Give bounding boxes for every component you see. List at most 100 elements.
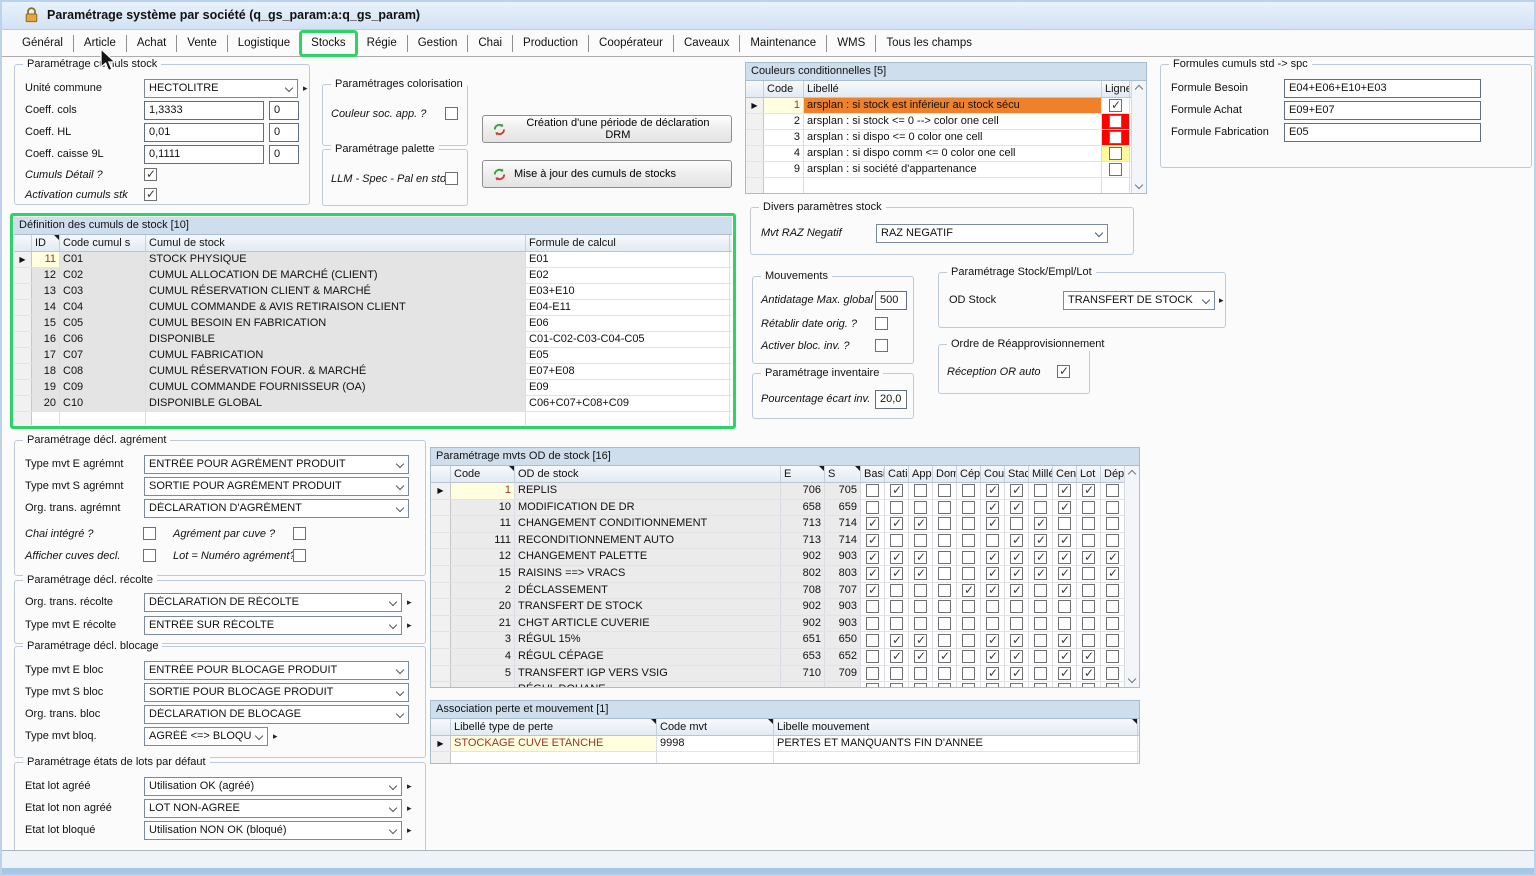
cell[interactable] — [957, 599, 981, 615]
cell[interactable]: 15 — [451, 566, 515, 582]
column-header-libelle[interactable]: Libellé — [804, 81, 1102, 97]
cell[interactable] — [861, 682, 885, 688]
column-header-mille[interactable]: Millé — [1029, 466, 1053, 482]
cell[interactable]: C01-C02-C03-C04-C05 — [526, 332, 730, 347]
cell[interactable]: DÉCLASSEMENT — [515, 583, 781, 599]
checkbox[interactable] — [1106, 600, 1119, 613]
column-header[interactable] — [746, 81, 764, 97]
column-header-od-de-stock[interactable]: OD de stock — [515, 466, 781, 482]
column-header-code-mvt[interactable]: Code mvt — [657, 719, 774, 735]
cell[interactable] — [146, 412, 526, 425]
cumul-row[interactable]: 17C07CUMUL FABRICATIONE05 — [14, 348, 732, 364]
checkbox[interactable] — [1082, 551, 1095, 564]
checkbox[interactable] — [866, 634, 879, 647]
checkbox[interactable] — [1106, 501, 1119, 514]
od-row[interactable]: 15RAISINS ==> VRACS802803 — [431, 566, 1139, 583]
od-row[interactable]: 11CHANGEMENT CONDITIONNEMENT713714 — [431, 516, 1139, 533]
cell[interactable] — [1101, 632, 1125, 648]
row-selector[interactable] — [14, 348, 32, 363]
cell[interactable] — [32, 412, 60, 425]
cell[interactable]: CUMUL RÉSERVATION FOUR. & MARCHÉ — [146, 364, 526, 379]
checkbox[interactable] — [938, 501, 951, 514]
cell[interactable]: E07+E08 — [526, 364, 730, 379]
cell[interactable]: 16 — [32, 332, 60, 347]
column-header-code-cumul[interactable]: Code cumul s — [60, 235, 146, 251]
cell[interactable] — [1101, 549, 1125, 565]
cell[interactable]: 4 — [451, 649, 515, 665]
checkbox[interactable] — [866, 517, 879, 530]
row-selector[interactable] — [14, 268, 32, 283]
scrollbar[interactable] — [1124, 466, 1139, 687]
checkbox[interactable] — [866, 600, 879, 613]
cumul-row[interactable]: 13C03CUMUL RÉSERVATION CLIENT & MARCHÉE0… — [14, 284, 732, 300]
cell[interactable] — [861, 599, 885, 615]
cell[interactable] — [1101, 682, 1125, 688]
cell[interactable]: DISPONIBLE GLOBAL — [146, 396, 526, 411]
row-selector[interactable] — [431, 599, 451, 615]
column-header-app[interactable]: App — [909, 466, 933, 482]
checkbox[interactable] — [962, 634, 975, 647]
checkbox[interactable] — [1109, 163, 1122, 176]
cell[interactable]: E03+E10 — [526, 284, 730, 299]
checkbox[interactable] — [1058, 501, 1071, 514]
cell[interactable]: E09 — [526, 380, 730, 395]
cell[interactable] — [861, 500, 885, 516]
cell[interactable] — [1053, 599, 1077, 615]
checkbox[interactable] — [1010, 517, 1023, 530]
checkbox[interactable] — [866, 584, 879, 597]
tab-chai[interactable]: Chai — [468, 35, 513, 52]
checkbox[interactable] — [866, 484, 879, 497]
cell[interactable] — [1005, 549, 1029, 565]
cell[interactable]: MODIFICATION DE DR — [515, 500, 781, 516]
cell[interactable]: PERTES ET MANQUANTS FIN D'ANNEE — [774, 736, 1138, 751]
cell[interactable]: C05 — [60, 316, 146, 331]
cell[interactable]: 902 — [781, 549, 825, 565]
cell[interactable]: C04 — [60, 300, 146, 315]
cumul-row[interactable]: 12C02CUMUL ALLOCATION DE MARCHÉ (CLIENT)… — [14, 268, 732, 284]
cell[interactable] — [657, 752, 774, 764]
checkbox[interactable] — [914, 600, 927, 613]
cell[interactable]: CUMUL COMMANDE FOURNISSEUR (OA) — [146, 380, 526, 395]
cell[interactable] — [1005, 483, 1029, 499]
cell[interactable]: CHGT ARTICLE CUVERIE — [515, 616, 781, 632]
checkbox[interactable] — [962, 650, 975, 663]
cell[interactable] — [957, 549, 981, 565]
couleur-soc-app-checkbox[interactable] — [445, 107, 458, 120]
column-header-dep[interactable]: Dép — [1101, 466, 1125, 482]
type-mvt-e-agrement-select[interactable]: ENTRÉE POUR AGRÉMENT PRODUIT — [144, 455, 409, 474]
cell[interactable] — [933, 649, 957, 665]
column-header-lot[interactable]: Lot — [1077, 466, 1101, 482]
checkbox[interactable] — [1106, 551, 1119, 564]
cell[interactable] — [1053, 533, 1077, 549]
couleurs-row[interactable] — [746, 178, 1146, 194]
cell[interactable] — [933, 566, 957, 582]
etat-lot-non-agree-select[interactable]: LOT NON-AGREE — [144, 799, 402, 818]
cell[interactable] — [909, 616, 933, 632]
cell[interactable] — [981, 566, 1005, 582]
checkbox[interactable] — [1082, 484, 1095, 497]
checkbox[interactable] — [1058, 634, 1071, 647]
retablir-date-checkbox[interactable] — [875, 317, 888, 330]
cell[interactable] — [981, 516, 1005, 532]
checkbox[interactable] — [1034, 501, 1047, 514]
cell[interactable] — [1029, 682, 1053, 688]
detail-arrow-icon[interactable]: ▸ — [407, 825, 412, 835]
scroll-down-icon[interactable] — [1128, 675, 1136, 683]
checkbox[interactable] — [1058, 534, 1071, 547]
cell[interactable]: 713 — [781, 516, 825, 532]
row-selector[interactable] — [746, 114, 764, 129]
coeff-cols-input[interactable]: 1,3333 — [144, 101, 264, 120]
checkbox[interactable] — [1010, 634, 1023, 647]
cell[interactable]: arsplan : si société d'appartenance — [804, 162, 1102, 177]
row-selector[interactable] — [431, 616, 451, 632]
row-selector[interactable] — [431, 533, 451, 549]
cell[interactable] — [909, 632, 933, 648]
cell[interactable] — [885, 566, 909, 582]
checkbox[interactable] — [1010, 600, 1023, 613]
cell[interactable] — [1029, 566, 1053, 582]
cell[interactable] — [885, 516, 909, 532]
cumul-row[interactable]: 18C08CUMUL RÉSERVATION FOUR. & MARCHÉE07… — [14, 364, 732, 380]
checkbox[interactable] — [986, 683, 999, 688]
checkbox[interactable] — [914, 567, 927, 580]
checkbox[interactable] — [890, 517, 903, 530]
